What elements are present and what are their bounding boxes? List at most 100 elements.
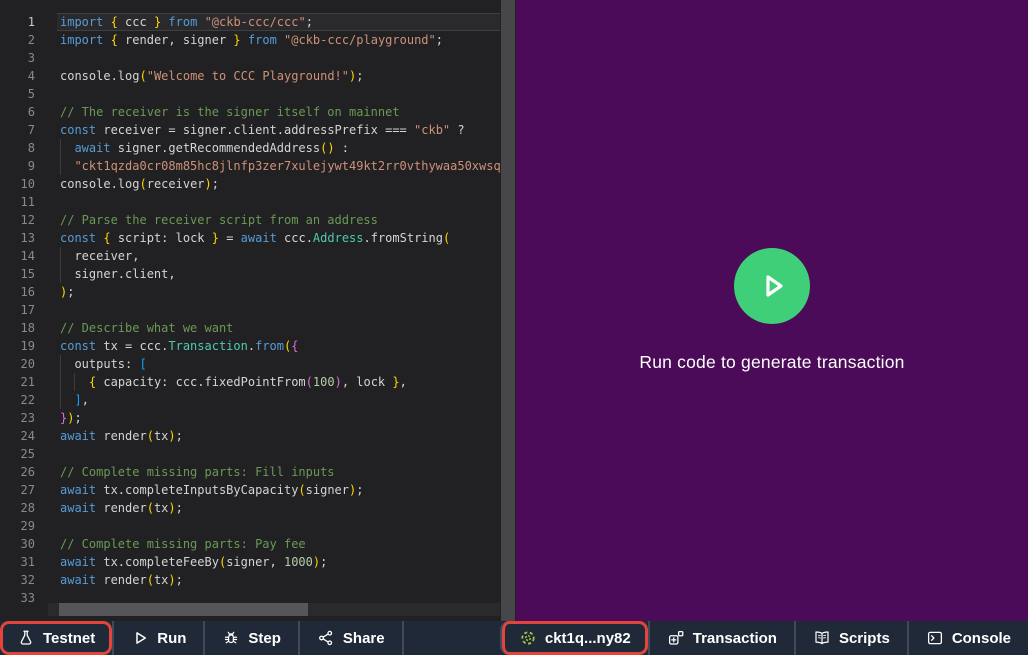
code-line[interactable]: 25 xyxy=(0,445,516,463)
code-line[interactable]: 9 "ckt1qzda0cr08m85hc8jlnfp3zer7xulejywt… xyxy=(0,157,516,175)
console-icon xyxy=(926,629,944,647)
code-line[interactable]: 5 xyxy=(0,85,516,103)
flask-icon xyxy=(17,629,35,647)
step-button[interactable]: Step xyxy=(203,621,298,655)
code-text: // Parse the receiver script from an add… xyxy=(60,211,378,229)
line-number: 14 xyxy=(0,247,35,265)
line-number: 29 xyxy=(0,517,35,535)
code-text: // Describe what we want xyxy=(60,319,233,337)
scripts-tab-button[interactable]: Scripts xyxy=(794,621,907,655)
share-button[interactable]: Share xyxy=(298,621,402,655)
code-line[interactable]: 12 // Parse the receiver script from an a… xyxy=(0,211,516,229)
code-line[interactable]: 24await render(tx); xyxy=(0,427,516,445)
line-number: 1 xyxy=(0,13,35,31)
code-line[interactable]: 16); xyxy=(0,283,516,301)
transaction-preview-panel: Run code to generate transaction xyxy=(516,0,1028,621)
code-text: await render(tx); xyxy=(60,499,183,517)
line-number: 6 xyxy=(0,103,35,121)
run-button-label: Run xyxy=(157,630,186,647)
line-number: 12 xyxy=(0,211,35,229)
address-button-label: ckt1q...ny82 xyxy=(545,630,631,647)
line-number: 32 xyxy=(0,571,35,589)
line-number: 11 xyxy=(0,193,35,211)
code-text: const tx = ccc.Transaction.from({ xyxy=(60,337,298,355)
vertical-scrollbar-thumb[interactable] xyxy=(501,0,515,621)
line-number: 18 xyxy=(0,319,35,337)
line-number: 30 xyxy=(0,535,35,553)
address-button[interactable]: ckt1q...ny82 xyxy=(500,621,648,655)
line-number: 4 xyxy=(0,67,35,85)
line-number: 16 xyxy=(0,283,35,301)
toolbar-spacer xyxy=(402,621,500,655)
code-line[interactable]: 3 xyxy=(0,49,516,67)
code-text: // Complete missing parts: Pay fee xyxy=(60,535,306,553)
code-line[interactable]: 29 xyxy=(0,517,516,535)
line-number: 20 xyxy=(0,355,35,373)
line-number: 33 xyxy=(0,589,35,607)
code-text: await tx.completeFeeBy(signer, 1000); xyxy=(60,553,327,571)
code-line[interactable]: 4console.log("Welcome to CCC Playground!… xyxy=(0,67,516,85)
editor-lines: 1 import { ccc } from "@ckb-ccc/ccc"; 2 imp… xyxy=(0,13,516,607)
line-number: 19 xyxy=(0,337,35,355)
transaction-icon xyxy=(667,629,685,647)
code-line[interactable]: 30 // Complete missing parts: Pay fee xyxy=(0,535,516,553)
code-line[interactable]: 18 // Describe what we want xyxy=(0,319,516,337)
transaction-tab-button[interactable]: Transaction xyxy=(648,621,794,655)
line-number: 26 xyxy=(0,463,35,481)
code-line[interactable]: 11 xyxy=(0,193,516,211)
line-number: 23 xyxy=(0,409,35,427)
code-line[interactable]: 28 await render(tx); xyxy=(0,499,516,517)
play-icon xyxy=(131,629,149,647)
line-number: 25 xyxy=(0,445,35,463)
line-number: 24 xyxy=(0,427,35,445)
run-button[interactable]: Run xyxy=(112,621,203,655)
code-text: // Complete missing parts: Fill inputs xyxy=(60,463,335,481)
console-tab-button-label: Console xyxy=(952,630,1011,647)
code-line[interactable]: 13 const { script: lock } = await ccc.Add… xyxy=(0,229,516,247)
code-line[interactable]: 19 const tx = ccc.Transaction.from({ xyxy=(0,337,516,355)
code-line[interactable]: 23}); xyxy=(0,409,516,427)
run-code-play-button[interactable] xyxy=(734,248,810,324)
code-text: ); xyxy=(60,283,74,301)
code-text: import { ccc } from "@ckb-ccc/ccc"; xyxy=(60,13,313,31)
line-number: 2 xyxy=(0,31,35,49)
console-tab-button[interactable]: Console xyxy=(907,621,1028,655)
code-line[interactable]: 22 ], xyxy=(0,391,516,409)
bug-icon xyxy=(222,629,240,647)
line-number: 28 xyxy=(0,499,35,517)
code-editor[interactable]: 1 import { ccc } from "@ckb-ccc/ccc"; 2 imp… xyxy=(0,0,516,621)
line-number: 22 xyxy=(0,391,35,409)
line-number: 8 xyxy=(0,139,35,157)
ccc-playground-window: 1 import { ccc } from "@ckb-ccc/ccc"; 2 imp… xyxy=(0,0,1028,655)
code-line[interactable]: 31await tx.completeFeeBy(signer, 1000); xyxy=(0,553,516,571)
line-number: 21 xyxy=(0,373,35,391)
code-line[interactable]: 2 import { render, signer } from "@ckb-cc… xyxy=(0,31,516,49)
code-line[interactable]: 1 import { ccc } from "@ckb-ccc/ccc"; xyxy=(0,13,516,31)
code-line[interactable]: 26 // Complete missing parts: Fill inputs xyxy=(0,463,516,481)
code-text: // The receiver is the signer itself on … xyxy=(60,103,400,121)
code-line[interactable]: 21 { capacity: ccc.fixedPointFrom(100), … xyxy=(0,373,516,391)
line-number: 13 xyxy=(0,229,35,247)
code-text: const { script: lock } = await ccc.Addre… xyxy=(60,229,450,247)
play-icon xyxy=(755,269,789,303)
code-text: ], xyxy=(60,391,89,409)
code-line[interactable]: 10console.log(receiver); xyxy=(0,175,516,193)
code-line[interactable]: 20 outputs: [ xyxy=(0,355,516,373)
line-number: 17 xyxy=(0,301,35,319)
code-text: import { render, signer } from "@ckb-ccc… xyxy=(60,31,443,49)
code-line[interactable]: 8 await signer.getRecommendedAddress() : xyxy=(0,139,516,157)
testnet-button[interactable]: Testnet xyxy=(0,621,112,655)
code-line[interactable]: 17 xyxy=(0,301,516,319)
panel-message: Run code to generate transaction xyxy=(639,352,904,373)
scripts-tab-button-label: Scripts xyxy=(839,630,890,647)
code-line[interactable]: 6 // The receiver is the signer itself on… xyxy=(0,103,516,121)
code-line[interactable]: 32await render(tx); xyxy=(0,571,516,589)
bottom-toolbar: Testnet Run StepShare ckt1q...ny82 Transacti… xyxy=(0,621,1028,655)
horizontal-scrollbar-thumb[interactable] xyxy=(59,603,308,616)
code-line[interactable]: 15 signer.client, xyxy=(0,265,516,283)
address-ring-icon xyxy=(519,629,537,647)
code-line[interactable]: 14 receiver, xyxy=(0,247,516,265)
code-line[interactable]: 27await tx.completeInputsByCapacity(sign… xyxy=(0,481,516,499)
code-line[interactable]: 7const receiver = signer.client.addressP… xyxy=(0,121,516,139)
share-icon xyxy=(317,629,335,647)
